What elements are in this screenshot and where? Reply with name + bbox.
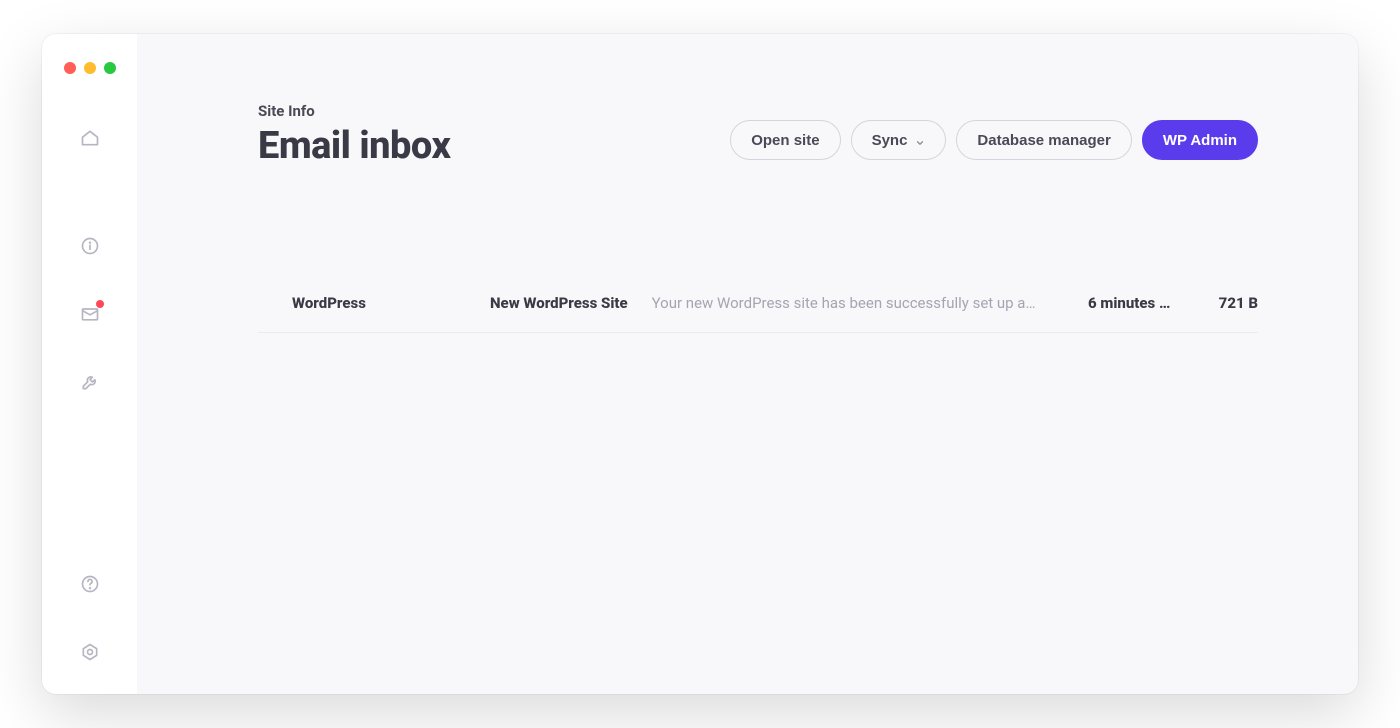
window-controls — [64, 62, 116, 74]
sync-button-label: Sync — [872, 132, 908, 149]
email-size: 721 B — [1198, 294, 1258, 312]
app-window: Site Info Email inbox Open site Sync Dat… — [42, 34, 1358, 694]
header: Site Info Email inbox Open site Sync Dat… — [258, 102, 1258, 168]
email-subject: New WordPress Site — [490, 294, 628, 312]
info-icon[interactable] — [70, 226, 110, 266]
close-window-button[interactable] — [64, 62, 76, 74]
sync-button[interactable]: Sync — [851, 120, 947, 160]
sidebar — [42, 34, 138, 694]
settings-icon[interactable] — [70, 632, 110, 672]
minimize-window-button[interactable] — [84, 62, 96, 74]
email-sender: WordPress — [292, 294, 472, 312]
tools-icon[interactable] — [70, 362, 110, 402]
mail-icon[interactable] — [70, 294, 110, 334]
wp-admin-button[interactable]: WP Admin — [1142, 120, 1258, 160]
chevron-down-icon — [915, 135, 925, 145]
open-site-button[interactable]: Open site — [730, 120, 840, 160]
header-actions: Open site Sync Database manager WP Admin — [730, 120, 1258, 160]
email-list: WordPress New WordPress Site Your new Wo… — [258, 278, 1258, 333]
help-icon[interactable] — [70, 564, 110, 604]
main-content: Site Info Email inbox Open site Sync Dat… — [138, 34, 1358, 694]
email-time: 6 minutes … — [1088, 294, 1180, 312]
home-icon[interactable] — [70, 118, 110, 158]
database-manager-button[interactable]: Database manager — [956, 120, 1131, 160]
breadcrumb: Site Info — [258, 102, 450, 120]
page-title: Email inbox — [258, 124, 450, 168]
maximize-window-button[interactable] — [104, 62, 116, 74]
email-preview: Your new WordPress site has been success… — [652, 294, 1070, 312]
email-row[interactable]: WordPress New WordPress Site Your new Wo… — [258, 278, 1258, 333]
